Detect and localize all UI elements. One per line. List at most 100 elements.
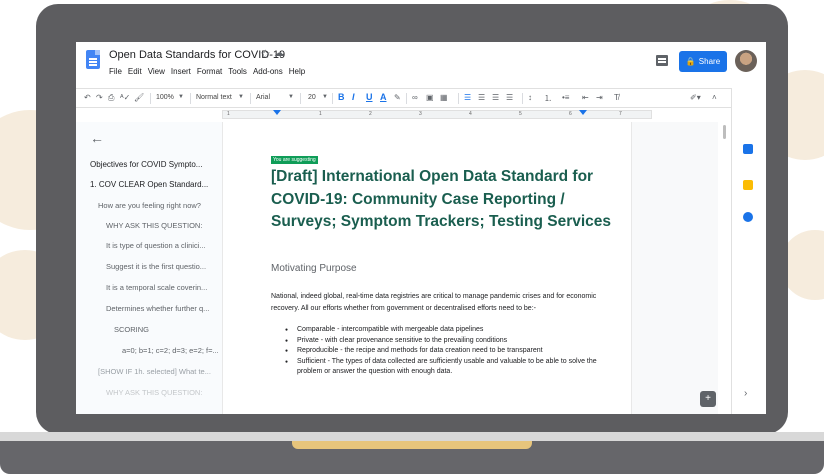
share-button[interactable]: 🔒 Share <box>679 51 727 72</box>
italic-button[interactable]: I <box>352 92 355 102</box>
paint-format-icon[interactable]: 🖌 <box>134 93 144 102</box>
link-icon[interactable]: ∞ <box>412 93 418 102</box>
bullet-list: Comparable - intercompatible with mergea… <box>285 325 601 378</box>
text-color-button[interactable]: A <box>380 92 387 102</box>
document-page[interactable]: You are suggesting [Draft] International… <box>222 122 632 414</box>
justify-icon[interactable]: ☰ <box>506 93 513 102</box>
ruler-number: 6 <box>569 111 572 117</box>
list-item[interactable]: Comparable - intercompatible with mergea… <box>285 325 601 336</box>
ruler-number: 7 <box>619 111 622 117</box>
font-select[interactable]: Arial <box>256 94 270 101</box>
chevron-down-icon: ▼ <box>288 94 294 100</box>
outline-item[interactable]: Suggest it is the first questio... <box>106 262 206 271</box>
explore-icon[interactable]: + <box>700 391 716 407</box>
cloud-icon[interactable]: ☁ <box>274 48 284 59</box>
style-select[interactable]: Normal text <box>196 94 232 101</box>
list-item[interactable]: Private - with clear provenance sensitiv… <box>285 336 601 347</box>
outline-item[interactable]: How are you feeling right now? <box>98 201 201 210</box>
image-icon[interactable]: ▦ <box>440 93 448 102</box>
toolbar-divider <box>458 93 459 104</box>
laptop-base-edge <box>0 432 824 441</box>
keep-icon[interactable] <box>743 180 753 190</box>
spellcheck-icon[interactable]: ᴬ✓ <box>120 93 130 102</box>
suggesting-badge: You are suggesting <box>271 156 318 164</box>
zoom-select[interactable]: 100% <box>156 94 174 101</box>
share-label: Share <box>698 57 721 66</box>
document-outline: ← Objectives for COVID Sympto... 1. COV … <box>76 122 222 414</box>
comment-icon[interactable] <box>656 55 668 66</box>
outline-item[interactable]: Determines whether further q... <box>106 304 209 313</box>
redo-icon[interactable]: ↷ <box>96 93 103 102</box>
line-spacing-icon[interactable]: ↕ <box>528 93 532 102</box>
font-size-select[interactable]: 20 <box>308 94 316 101</box>
side-panel: › <box>731 88 766 414</box>
indent-increase-icon[interactable]: ⇥ <box>596 93 603 102</box>
bold-button[interactable]: B <box>338 92 345 102</box>
numbered-list-icon[interactable]: ⒈ <box>544 93 552 104</box>
outline-item[interactable]: WHY ASK THIS QUESTION: <box>106 221 202 230</box>
chevron-down-icon: ▼ <box>238 94 244 100</box>
toolbar-divider <box>250 93 251 104</box>
align-center-icon[interactable]: ☰ <box>478 93 485 102</box>
avatar[interactable] <box>735 50 757 72</box>
menu-addons[interactable]: Add-ons <box>253 67 283 76</box>
ruler[interactable]: 1 1 2 3 4 5 6 7 <box>222 110 652 119</box>
insert-comment-icon[interactable]: ▣ <box>426 93 434 102</box>
menu-edit[interactable]: Edit <box>128 67 142 76</box>
editing-mode-icon[interactable]: ✐▾ <box>690 93 701 102</box>
document-title[interactable]: Open Data Standards for COVID-19 <box>109 49 285 61</box>
toolbar-divider <box>522 93 523 104</box>
chevron-down-icon: ▼ <box>322 94 328 100</box>
highlight-icon[interactable]: ✎ <box>394 93 401 102</box>
outline-item[interactable]: It is a temporal scale coverin... <box>106 283 207 292</box>
toolbar: ↶ ↷ ⎙ ᴬ✓ 🖌 100% ▼ Normal text ▼ Arial ▼ … <box>76 88 766 108</box>
menu-file[interactable]: File <box>109 67 122 76</box>
calendar-icon[interactable] <box>743 144 753 154</box>
underline-button[interactable]: U <box>366 92 373 102</box>
indent-decrease-icon[interactable]: ⇤ <box>582 93 589 102</box>
outline-item[interactable]: [SHOW IF 1h. selected] What te... <box>98 367 218 376</box>
toolbar-divider <box>406 93 407 104</box>
section-heading[interactable]: Motivating Purpose <box>271 263 357 274</box>
menu-tools[interactable]: Tools <box>228 67 247 76</box>
star-icon[interactable]: ☆ <box>260 47 271 61</box>
align-left-icon[interactable]: ☰ <box>464 93 471 102</box>
outline-item[interactable]: It is type of question a clinici... <box>106 241 206 250</box>
menu-format[interactable]: Format <box>197 67 222 76</box>
collapse-icon[interactable]: ˄ <box>712 93 717 102</box>
undo-icon[interactable]: ↶ <box>84 93 91 102</box>
outline-item[interactable]: a=0; b=1; c=2; d=3; e=2; f=... <box>122 346 218 355</box>
outline-item[interactable]: 1. COV CLEAR Open Standard... <box>90 180 208 189</box>
indent-marker[interactable] <box>273 110 281 115</box>
list-item[interactable]: Reproducible - the recipe and methods fo… <box>285 346 601 357</box>
lock-icon: 🔒 <box>685 57 696 66</box>
bulleted-list-icon[interactable]: •≡ <box>562 93 569 102</box>
ruler-number: 2 <box>369 111 372 117</box>
document-heading[interactable]: [Draft] International Open Data Standard… <box>271 166 611 234</box>
print-icon[interactable]: ⎙ <box>108 93 114 103</box>
tasks-icon[interactable] <box>743 212 753 222</box>
menu-bar: File Edit View Insert Format Tools Add-o… <box>109 67 305 76</box>
back-arrow-icon[interactable]: ← <box>90 130 104 146</box>
ruler-number: 3 <box>419 111 422 117</box>
docs-window: Open Data Standards for COVID-19 ☆ ☁ Fil… <box>76 42 766 414</box>
menu-view[interactable]: View <box>148 67 165 76</box>
outline-item[interactable]: WHY ASK THIS QUESTION: <box>106 388 202 397</box>
chevron-down-icon: ▼ <box>178 94 184 100</box>
outline-item[interactable]: SCORING <box>114 325 149 334</box>
ruler-number: 5 <box>519 111 522 117</box>
body-paragraph[interactable]: National, indeed global, real-time data … <box>271 291 601 314</box>
menu-help[interactable]: Help <box>289 67 305 76</box>
list-item[interactable]: Sufficient - The types of data collected… <box>285 357 601 378</box>
right-indent-marker[interactable] <box>579 110 587 115</box>
document-area: You are suggesting [Draft] International… <box>222 122 718 414</box>
scrollbar[interactable] <box>723 125 726 139</box>
outline-item[interactable]: Objectives for COVID Sympto... <box>90 160 202 169</box>
menu-insert[interactable]: Insert <box>171 67 191 76</box>
align-right-icon[interactable]: ☰ <box>492 93 499 102</box>
clear-format-icon[interactable]: T̸ <box>614 93 619 102</box>
expand-panel-icon[interactable]: › <box>744 388 747 399</box>
title-bar: Open Data Standards for COVID-19 ☆ ☁ Fil… <box>76 42 766 88</box>
ruler-number: 4 <box>469 111 472 117</box>
docs-logo-icon[interactable] <box>86 50 100 69</box>
